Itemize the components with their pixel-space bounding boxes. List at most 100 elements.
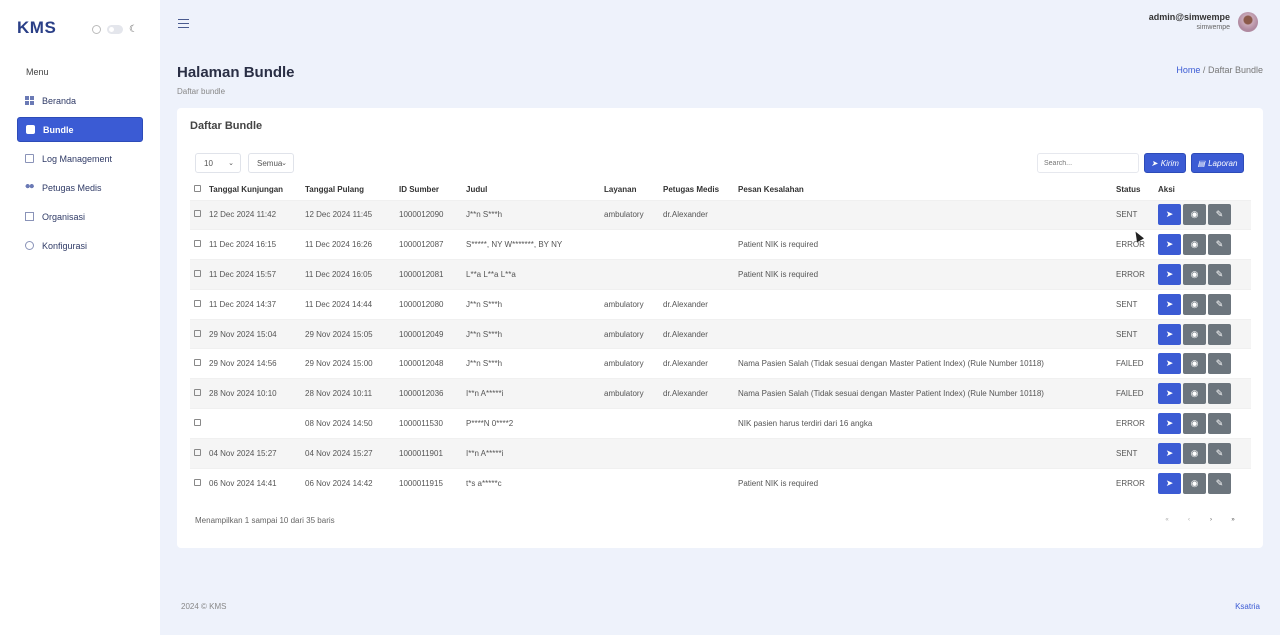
cell-petugas: dr.Alexander bbox=[663, 288, 738, 320]
cell-layanan bbox=[604, 437, 663, 469]
pencil-button[interactable]: ✎ bbox=[1208, 472, 1231, 494]
row-select-cell bbox=[190, 259, 209, 290]
eye-button[interactable]: ◉ bbox=[1183, 353, 1206, 375]
sidebar-item-konfigurasi[interactable]: Konfigurasi bbox=[17, 233, 143, 258]
column-header[interactable]: ID Sumber bbox=[399, 180, 466, 200]
breadcrumb: Home / Daftar Bundle bbox=[1176, 65, 1263, 75]
cell-pulang: 11 Dec 2024 16:05 bbox=[305, 259, 399, 290]
laporan-button[interactable]: ▤ Laporan bbox=[1191, 153, 1244, 173]
send-button[interactable]: ➤ bbox=[1158, 293, 1181, 315]
last-page-button[interactable]: » bbox=[1223, 512, 1243, 528]
avatar[interactable] bbox=[1238, 12, 1258, 32]
cell-petugas: dr.Alexander bbox=[663, 348, 738, 379]
row-checkbox[interactable] bbox=[194, 240, 201, 248]
pencil-button[interactable]: ✎ bbox=[1208, 383, 1231, 405]
eye-icon: ◉ bbox=[1190, 477, 1199, 488]
table-row: 08 Nov 2024 14:50 1000011530 P****N 0****2… bbox=[190, 408, 1251, 439]
eye-button[interactable]: ◉ bbox=[1183, 383, 1206, 405]
row-checkbox[interactable] bbox=[194, 418, 201, 426]
prev-page-button[interactable]: ‹ bbox=[1179, 512, 1199, 528]
eye-button[interactable]: ◉ bbox=[1183, 293, 1206, 315]
users-icon bbox=[25, 183, 34, 192]
column-header[interactable]: Petugas Medis bbox=[663, 180, 738, 200]
row-checkbox[interactable] bbox=[194, 299, 201, 307]
column-header[interactable]: Pesan Kesalahan bbox=[738, 180, 1116, 200]
pencil-button[interactable]: ✎ bbox=[1208, 412, 1231, 434]
send-button[interactable]: ➤ bbox=[1158, 204, 1181, 226]
cell-judul: I**n A*****i bbox=[466, 437, 604, 469]
kirim-button[interactable]: ➤ Kirim bbox=[1144, 153, 1186, 173]
cell-pulang: 29 Nov 2024 15:00 bbox=[305, 348, 399, 379]
sidebar-item-beranda[interactable]: Beranda bbox=[17, 88, 143, 113]
footer-author[interactable]: Ksatria bbox=[1235, 602, 1260, 611]
pencil-button[interactable]: ✎ bbox=[1208, 293, 1231, 315]
column-header[interactable]: Status bbox=[1116, 180, 1158, 200]
pencil-button[interactable]: ✎ bbox=[1208, 204, 1231, 226]
brand-logo[interactable]: KMS bbox=[17, 18, 56, 38]
send-button[interactable]: ➤ bbox=[1158, 383, 1181, 405]
send-button[interactable]: ➤ bbox=[1158, 323, 1181, 345]
cell-status: ERROR bbox=[1116, 408, 1158, 439]
table-row: 04 Nov 2024 15:27 04 Nov 2024 15:27 100001… bbox=[190, 437, 1251, 469]
select-all-checkbox[interactable] bbox=[194, 185, 201, 193]
send-button[interactable]: ➤ bbox=[1158, 472, 1181, 494]
pencil-button[interactable]: ✎ bbox=[1208, 263, 1231, 285]
cell-pesan: Patient NIK is required bbox=[738, 467, 1116, 498]
column-header[interactable]: Judul bbox=[466, 180, 604, 200]
cell-judul: J**n S***h bbox=[466, 318, 604, 349]
cell-judul: S*****, NY W*******, BY NY bbox=[466, 229, 604, 260]
column-header[interactable]: Tanggal Kunjungan bbox=[209, 180, 305, 200]
cell-kunjungan: 04 Nov 2024 15:27 bbox=[209, 437, 305, 469]
row-checkbox[interactable] bbox=[194, 269, 201, 277]
sidebar-item-log-management[interactable]: Log Management bbox=[17, 146, 143, 171]
sun-icon bbox=[92, 25, 101, 34]
pencil-button[interactable]: ✎ bbox=[1208, 353, 1231, 375]
status-filter-select[interactable]: Semua ⌄ bbox=[248, 153, 294, 173]
eye-button[interactable]: ◉ bbox=[1183, 472, 1206, 494]
eye-button[interactable]: ◉ bbox=[1183, 234, 1206, 256]
eye-button[interactable]: ◉ bbox=[1183, 323, 1206, 345]
cell-layanan: ambulatory bbox=[604, 288, 663, 320]
eye-button[interactable]: ◉ bbox=[1183, 442, 1206, 464]
footer-copyright: 2024 © KMS bbox=[181, 602, 227, 611]
eye-button[interactable]: ◉ bbox=[1183, 263, 1206, 285]
row-checkbox[interactable] bbox=[194, 478, 201, 486]
row-checkbox[interactable] bbox=[194, 389, 201, 397]
row-checkbox[interactable] bbox=[194, 329, 201, 337]
row-select-cell bbox=[190, 378, 209, 409]
theme-toggle[interactable] bbox=[107, 25, 123, 34]
hamburger-menu-icon[interactable] bbox=[178, 19, 189, 28]
column-header[interactable]: Tanggal Pulang bbox=[305, 180, 399, 200]
row-checkbox[interactable] bbox=[194, 448, 201, 456]
row-checkbox[interactable] bbox=[194, 359, 201, 367]
search-input[interactable] bbox=[1037, 153, 1139, 173]
row-actions: ➤ ◉ ✎ bbox=[1158, 229, 1251, 260]
eye-icon: ◉ bbox=[1190, 209, 1199, 220]
row-select-cell bbox=[190, 318, 209, 349]
pencil-button[interactable]: ✎ bbox=[1208, 442, 1231, 464]
document-icon: ▤ bbox=[1197, 158, 1206, 168]
column-header[interactable]: Layanan bbox=[604, 180, 663, 200]
eye-button[interactable]: ◉ bbox=[1183, 204, 1206, 226]
first-page-button[interactable]: « bbox=[1157, 512, 1177, 528]
send-button[interactable]: ➤ bbox=[1158, 412, 1181, 434]
eye-button[interactable]: ◉ bbox=[1183, 412, 1206, 434]
page-size-select[interactable]: 10 ⌄ bbox=[195, 153, 241, 173]
send-button[interactable]: ➤ bbox=[1158, 263, 1181, 285]
pencil-button[interactable]: ✎ bbox=[1208, 234, 1231, 256]
user-menu[interactable]: admin@simwempe simwempe bbox=[1149, 12, 1230, 31]
sidebar-item-bundle[interactable]: Bundle bbox=[17, 117, 143, 142]
cell-id: 1000012087 bbox=[399, 229, 466, 260]
send-button[interactable]: ➤ bbox=[1158, 442, 1181, 464]
row-checkbox[interactable] bbox=[194, 210, 201, 218]
pencil-button[interactable]: ✎ bbox=[1208, 323, 1231, 345]
cell-id: 1000012048 bbox=[399, 348, 466, 379]
send-button[interactable]: ➤ bbox=[1158, 234, 1181, 256]
next-page-button[interactable]: › bbox=[1201, 512, 1221, 528]
sidebar-item-petugas-medis[interactable]: Petugas Medis bbox=[17, 175, 143, 200]
sidebar-item-organisasi[interactable]: Organisasi bbox=[17, 204, 143, 229]
breadcrumb-home[interactable]: Home bbox=[1176, 65, 1200, 75]
send-button[interactable]: ➤ bbox=[1158, 353, 1181, 375]
theme-switch[interactable]: ☾ bbox=[92, 24, 138, 35]
kirim-label: Kirim bbox=[1160, 158, 1179, 168]
